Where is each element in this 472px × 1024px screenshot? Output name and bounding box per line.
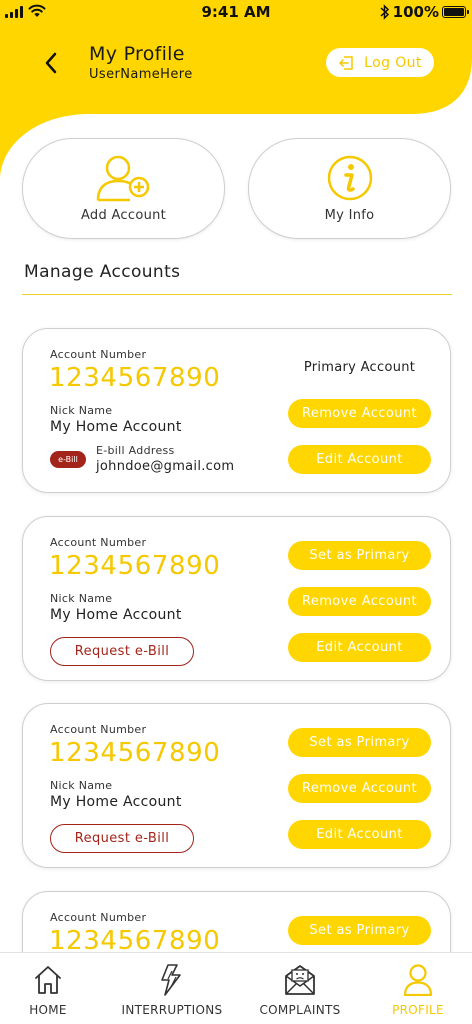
nick-name: My Home Account bbox=[50, 794, 182, 810]
user-icon bbox=[403, 964, 433, 996]
bottom-nav: HOME INTERRUPTIONS COMPLAINTS PROFILE bbox=[0, 952, 472, 1024]
nav-profile-label: PROFILE bbox=[392, 1003, 444, 1017]
account-card: Account Number 1234567890 Nick Name My H… bbox=[22, 703, 451, 868]
battery-icon bbox=[442, 6, 469, 18]
section-title: Manage Accounts bbox=[24, 262, 181, 282]
request-ebill-button[interactable]: Request e-Bill bbox=[50, 637, 194, 666]
add-account-button[interactable]: Add Account bbox=[22, 138, 225, 239]
add-account-label: Add Account bbox=[80, 208, 167, 223]
lightning-icon bbox=[161, 964, 181, 996]
edit-account-button[interactable]: Edit Account bbox=[288, 820, 431, 849]
nav-complaints-label: COMPLAINTS bbox=[259, 1003, 341, 1017]
my-info-label: My Info bbox=[324, 208, 375, 223]
remove-account-button[interactable]: Remove Account bbox=[288, 587, 431, 616]
battery-percent: 100% bbox=[392, 3, 439, 21]
my-info-button[interactable]: My Info bbox=[248, 138, 451, 239]
logout-icon bbox=[339, 55, 353, 70]
account-number-label: Account Number bbox=[50, 911, 147, 924]
set-primary-button[interactable]: Set as Primary bbox=[288, 916, 431, 945]
page-title: My Profile bbox=[89, 43, 185, 65]
username-subtitle: UserNameHere bbox=[89, 67, 193, 82]
logout-button[interactable]: Log Out bbox=[326, 48, 434, 77]
logout-label: Log Out bbox=[364, 54, 422, 71]
envelope-sad-icon bbox=[285, 965, 315, 995]
nav-interruptions-label: INTERRUPTIONS bbox=[121, 1003, 223, 1017]
nav-home[interactable]: HOME bbox=[8, 953, 88, 1024]
home-icon bbox=[35, 966, 61, 994]
section-divider bbox=[22, 294, 452, 295]
edit-account-button[interactable]: Edit Account bbox=[288, 445, 431, 474]
chevron-left-icon bbox=[45, 52, 57, 74]
edit-account-button[interactable]: Edit Account bbox=[288, 633, 431, 662]
remove-account-button[interactable]: Remove Account bbox=[288, 399, 431, 428]
nick-name: My Home Account bbox=[50, 419, 182, 435]
set-primary-button[interactable]: Set as Primary bbox=[288, 541, 431, 570]
account-number: 1234567890 bbox=[49, 363, 221, 393]
nav-interruptions[interactable]: INTERRUPTIONS bbox=[110, 953, 234, 1024]
info-icon bbox=[327, 155, 372, 201]
back-button[interactable] bbox=[38, 48, 64, 78]
nav-profile[interactable]: PROFILE bbox=[376, 953, 460, 1024]
account-number: 1234567890 bbox=[49, 738, 221, 768]
set-primary-button[interactable]: Set as Primary bbox=[288, 728, 431, 757]
bluetooth-icon bbox=[380, 4, 389, 20]
nav-home-label: HOME bbox=[29, 1003, 67, 1017]
account-number-label: Account Number bbox=[50, 348, 147, 361]
account-card: Account Number 1234567890 Nick Name My H… bbox=[22, 516, 451, 681]
status-bar: 9:41 AM 100% bbox=[0, 0, 472, 24]
request-ebill-button[interactable]: Request e-Bill bbox=[50, 824, 194, 853]
battery-fill bbox=[444, 8, 464, 16]
nick-name-label: Nick Name bbox=[50, 592, 113, 605]
nick-name: My Home Account bbox=[50, 607, 182, 623]
user-plus-icon bbox=[96, 155, 149, 202]
nick-name-label: Nick Name bbox=[50, 779, 113, 792]
account-number-label: Account Number bbox=[50, 723, 147, 736]
primary-account-label: Primary Account bbox=[303, 360, 416, 375]
account-card-primary: Account Number 1234567890 Nick Name My H… bbox=[22, 328, 451, 493]
battery-status: 100% bbox=[380, 3, 469, 21]
ebill-address-label: E-bill Address bbox=[96, 444, 175, 457]
account-number-label: Account Number bbox=[50, 536, 147, 549]
nick-name-label: Nick Name bbox=[50, 404, 113, 417]
account-number: 1234567890 bbox=[49, 551, 221, 581]
ebill-badge: e-Bill bbox=[50, 451, 86, 468]
ebill-address: johndoe@gmail.com bbox=[96, 459, 235, 474]
remove-account-button[interactable]: Remove Account bbox=[288, 774, 431, 803]
nav-complaints[interactable]: COMPLAINTS bbox=[250, 953, 350, 1024]
